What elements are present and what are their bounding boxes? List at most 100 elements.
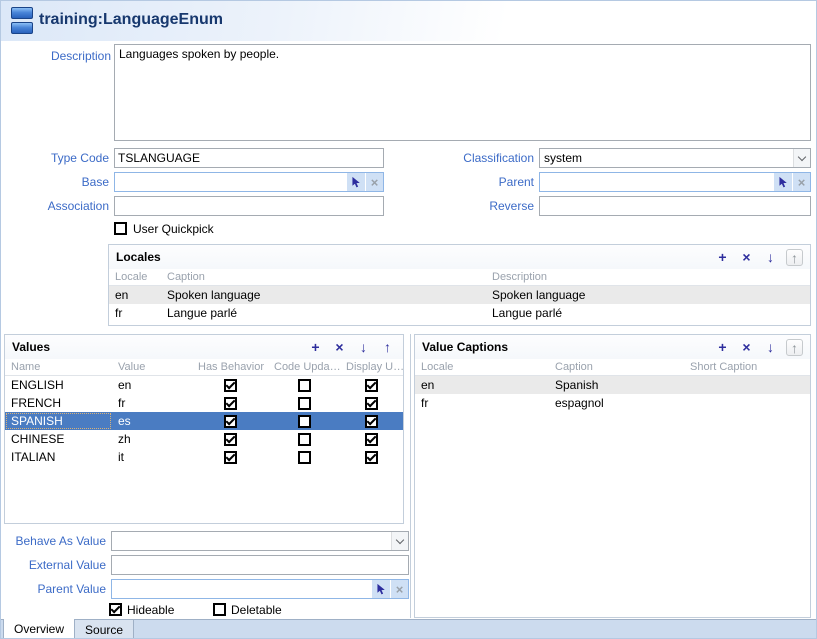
pick-reference-icon[interactable] — [372, 580, 390, 598]
table-cell — [268, 430, 340, 448]
parent-value-picker[interactable]: × — [111, 579, 409, 599]
move-up-icon[interactable]: ↑ — [786, 249, 803, 266]
pick-reference-icon[interactable] — [774, 173, 792, 191]
parent-value — [540, 173, 774, 191]
add-icon[interactable]: + — [714, 249, 731, 266]
chevron-down-icon[interactable] — [391, 532, 408, 550]
remove-icon[interactable]: × — [331, 339, 348, 356]
add-icon[interactable]: + — [714, 339, 731, 356]
code-updatable-checkbox[interactable] — [298, 433, 311, 446]
display-updatable-checkbox[interactable] — [365, 433, 378, 446]
table-cell: Spoken language — [486, 286, 810, 304]
display-updatable-checkbox[interactable] — [365, 451, 378, 464]
table-cell: Spoken language — [161, 286, 486, 304]
table-row[interactable]: ENGLISHen — [5, 376, 403, 394]
pick-reference-icon[interactable] — [347, 173, 365, 191]
type-code-label: Type Code — [1, 148, 109, 168]
values-panel: Values +×↓↑ Name Value Has Behavior Code… — [4, 334, 404, 524]
parent-label: Parent — [401, 172, 534, 192]
clear-icon[interactable]: × — [792, 173, 810, 191]
reverse-input[interactable] — [539, 196, 811, 216]
user-quickpick-checkbox[interactable] — [114, 222, 127, 235]
move-down-icon[interactable]: ↓ — [355, 339, 372, 356]
table-row[interactable]: SPANISHes — [5, 412, 403, 430]
locales-rows: enSpoken languageSpoken languagefrLangue… — [109, 286, 810, 322]
hideable-checkbox[interactable] — [109, 603, 122, 616]
column-header: Name — [5, 361, 112, 373]
move-up-icon[interactable]: ↑ — [786, 339, 803, 356]
code-updatable-checkbox[interactable] — [298, 397, 311, 410]
column-header: Caption — [549, 361, 684, 373]
association-input[interactable] — [114, 196, 384, 216]
table-cell: Langue parlé — [161, 304, 486, 322]
table-cell — [192, 394, 268, 412]
table-cell — [684, 394, 810, 412]
classification-select[interactable]: system — [539, 148, 811, 168]
user-quickpick-label: User Quickpick — [133, 222, 214, 237]
chevron-down-icon[interactable] — [793, 149, 810, 167]
tab-overview[interactable]: Overview — [3, 619, 75, 639]
locales-panel: Locales +×↓↑ Locale Caption Description … — [108, 244, 811, 326]
has-behavior-checkbox[interactable] — [224, 397, 237, 410]
table-cell: CHINESE — [5, 430, 112, 448]
table-cell — [192, 376, 268, 394]
tab-source[interactable]: Source — [75, 620, 134, 639]
table-cell: FRENCH — [5, 394, 112, 412]
remove-icon[interactable]: × — [738, 249, 755, 266]
deletable-checkbox[interactable] — [213, 603, 226, 616]
clear-icon[interactable]: × — [390, 580, 408, 598]
description-input[interactable]: Languages spoken by people. — [114, 44, 811, 141]
table-cell: en — [109, 286, 161, 304]
table-row[interactable]: enSpanish — [415, 376, 810, 394]
table-row[interactable]: frespagnol — [415, 394, 810, 412]
code-updatable-checkbox[interactable] — [298, 451, 311, 464]
move-down-icon[interactable]: ↓ — [762, 249, 779, 266]
external-value-input[interactable] — [111, 555, 409, 575]
parent-picker[interactable]: × — [539, 172, 811, 192]
table-cell — [340, 376, 403, 394]
table-cell: Spanish — [549, 376, 684, 394]
table-row[interactable]: FRENCHfr — [5, 394, 403, 412]
editor-tab-bar: Overview Source — [1, 619, 816, 639]
has-behavior-checkbox[interactable] — [224, 379, 237, 392]
table-row[interactable]: CHINESEzh — [5, 430, 403, 448]
table-row[interactable]: enSpoken languageSpoken language — [109, 286, 810, 304]
locales-header: Locales + × ↓ ↑ — [109, 245, 810, 269]
value-captions-title: Value Captions — [422, 340, 508, 354]
table-cell — [268, 448, 340, 466]
editor-header: training:LanguageEnum — [1, 1, 816, 41]
code-updatable-checkbox[interactable] — [298, 379, 311, 392]
external-value-label: External Value — [1, 555, 106, 575]
table-row[interactable]: frLangue parléLangue parlé — [109, 304, 810, 322]
base-picker[interactable]: × — [114, 172, 384, 192]
locales-toolbar: + × ↓ ↑ — [714, 249, 803, 266]
values-title: Values — [12, 340, 50, 354]
enum-icon — [11, 7, 35, 34]
column-header: Has Behavior — [192, 361, 268, 373]
remove-icon[interactable]: × — [738, 339, 755, 356]
behave-as-value-select[interactable] — [111, 531, 409, 551]
table-cell — [268, 412, 340, 430]
base-label: Base — [1, 172, 109, 192]
locales-title: Locales — [116, 250, 161, 264]
add-icon[interactable]: + — [307, 339, 324, 356]
has-behavior-checkbox[interactable] — [224, 433, 237, 446]
table-cell: fr — [109, 304, 161, 322]
has-behavior-checkbox[interactable] — [224, 415, 237, 428]
display-updatable-checkbox[interactable] — [365, 379, 378, 392]
move-down-icon[interactable]: ↓ — [762, 339, 779, 356]
has-behavior-checkbox[interactable] — [224, 451, 237, 464]
code-updatable-checkbox[interactable] — [298, 415, 311, 428]
table-row[interactable]: ITALIANit — [5, 448, 403, 466]
value-captions-panel: Value Captions +×↓↑ Locale Caption Short… — [414, 334, 811, 618]
column-header: Short Caption — [684, 361, 810, 373]
clear-icon[interactable]: × — [365, 173, 383, 191]
display-updatable-checkbox[interactable] — [365, 415, 378, 428]
parent-value-value — [112, 580, 372, 598]
move-up-icon[interactable]: ↑ — [379, 339, 396, 356]
table-cell: en — [112, 376, 192, 394]
table-cell: zh — [112, 430, 192, 448]
display-updatable-checkbox[interactable] — [365, 397, 378, 410]
type-code-input[interactable] — [114, 148, 384, 168]
table-cell — [192, 412, 268, 430]
